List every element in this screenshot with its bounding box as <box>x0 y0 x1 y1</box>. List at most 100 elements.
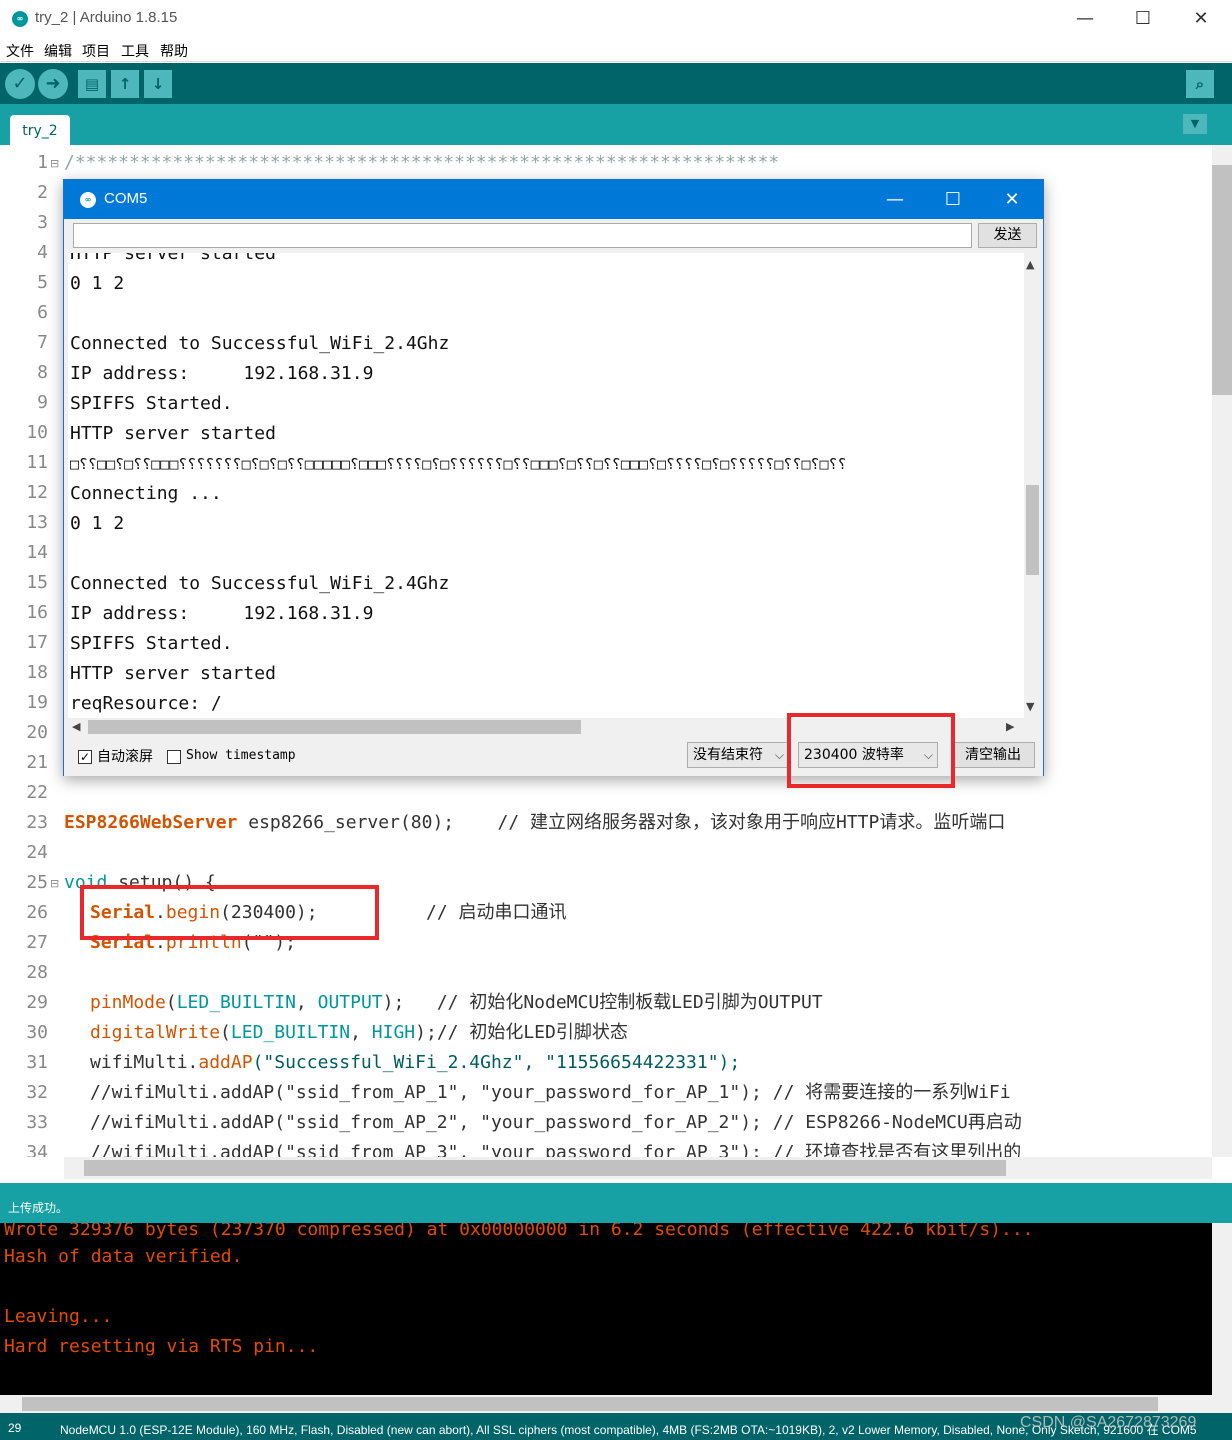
close-button[interactable]: ✕ <box>1172 0 1230 38</box>
autoscroll-label: 自动滚屏 <box>97 749 153 765</box>
line-number: 2 <box>37 182 48 203</box>
scroll-up-icon[interactable]: ▲ <box>1026 258 1034 271</box>
verify-icon[interactable]: ✓ <box>5 69 35 99</box>
window-title: try_2 | Arduino 1.8.15 <box>35 9 178 26</box>
console-line: Hard resetting via RTS pin... <box>4 1336 319 1357</box>
line-number: 12 <box>26 482 48 503</box>
line-number: 10 <box>26 422 48 443</box>
upload-icon[interactable]: ➜ <box>38 69 68 99</box>
scroll-left-icon[interactable]: ◀ <box>72 720 80 733</box>
serial-output-line: Connected to Successful_WiFi_2.4Ghz <box>70 573 450 594</box>
line-number: 24 <box>26 842 48 863</box>
clear-output-button[interactable]: 清空输出 <box>951 742 1035 768</box>
serial-output-line: 0 1 2 <box>70 273 125 294</box>
editor-horizontal-scroll-thumb[interactable] <box>84 1160 1006 1176</box>
maximize-button[interactable]: ☐ <box>1114 0 1172 38</box>
line-number: 23 <box>26 812 48 833</box>
serial-output-line: 0 1 2 <box>70 513 125 534</box>
fold-icon[interactable]: ⊟ <box>50 877 59 890</box>
line-number: 28 <box>26 962 48 983</box>
menu-sketch[interactable]: 项目 <box>82 41 110 61</box>
save-sketch-icon[interactable]: ↓ <box>144 70 172 98</box>
timestamp-label: Show timestamp <box>186 748 296 763</box>
serial-vertical-scroll-thumb[interactable] <box>1026 485 1039 575</box>
line-number: 11 <box>26 452 48 473</box>
serial-send-input[interactable] <box>73 223 972 248</box>
serial-monitor-title: COM5 <box>104 190 148 207</box>
autoscroll-checkbox[interactable]: ✓ <box>78 750 92 764</box>
status-message: 上传成功。 <box>8 1201 69 1215</box>
arduino-logo-icon: ∞ <box>80 192 96 208</box>
line-number: 16 <box>26 602 48 623</box>
line-number: 22 <box>26 782 48 803</box>
code-line-23: ESP8266WebServer esp8266_server(80); // … <box>64 812 1006 833</box>
line-number: 25 <box>26 872 48 893</box>
tab-menu-chevron-icon[interactable]: ▼ <box>1183 114 1207 134</box>
serial-output-line: SPIFFS Started. <box>70 393 233 414</box>
line-number: 1 <box>37 152 48 173</box>
line-number: 18 <box>26 662 48 683</box>
line-number: 31 <box>26 1052 48 1073</box>
line-number: 3 <box>37 212 48 233</box>
serial-output-line: Connected to Successful_WiFi_2.4Ghz <box>70 333 450 354</box>
code-line-33: //wifiMulti.addAP("ssid_from_AP_2", "you… <box>90 1112 1022 1133</box>
tab-try2[interactable]: try_2 <box>10 115 70 145</box>
line-number: 19 <box>26 692 48 713</box>
menu-edit[interactable]: 编辑 <box>44 41 72 61</box>
serial-monitor-icon[interactable]: ⌕ <box>1186 70 1214 98</box>
line-number: 8 <box>37 362 48 383</box>
console-line: Leaving... <box>4 1306 113 1327</box>
line-number: 33 <box>26 1112 48 1133</box>
console-line: Hash of data verified. <box>4 1246 243 1267</box>
timestamp-checkbox[interactable] <box>167 750 181 764</box>
serial-output-line: HTTP server started <box>70 253 276 264</box>
send-button[interactable]: 发送 <box>978 223 1037 248</box>
serial-output-line: reqResource: / <box>70 693 222 714</box>
line-number: 27 <box>26 932 48 953</box>
scroll-down-icon[interactable]: ▼ <box>1026 700 1034 713</box>
line-number: 21 <box>26 752 48 773</box>
title-bar <box>0 0 1232 38</box>
line-number: 17 <box>26 632 48 653</box>
serial-begin-highlight <box>80 885 379 940</box>
line-number: 14 <box>26 542 48 563</box>
line-number: 20 <box>26 722 48 743</box>
serial-minimize-button[interactable]: — <box>866 180 924 219</box>
serial-output-line: □⸮⸮□□⸮□⸮⸮□□□⸮⸮⸮⸮⸮⸮⸮□⸮□⸮□⸮⸮□□□□□⸮□□□⸮⸮⸮⸮□… <box>70 455 847 473</box>
line-number: 26 <box>26 902 48 923</box>
line-ending-value: 没有结束符 <box>693 747 763 763</box>
line-number: 7 <box>37 332 48 353</box>
footer-line-number: 29 <box>8 1421 22 1435</box>
toolbar <box>0 63 1232 104</box>
console-output[interactable]: Wrote 329376 bytes (237370 compressed) a… <box>0 1223 1212 1395</box>
scroll-right-icon[interactable]: ▶ <box>1006 720 1014 733</box>
line-number: 34 <box>26 1142 48 1157</box>
serial-output-line: HTTP server started <box>70 423 276 444</box>
minimize-button[interactable]: — <box>1056 0 1114 38</box>
line-number: 5 <box>37 272 48 293</box>
code-line-29: pinMode(LED_BUILTIN, OUTPUT); // 初始化Node… <box>90 992 823 1013</box>
console-horizontal-scroll-thumb[interactable] <box>22 1397 1158 1411</box>
menu-help[interactable]: 帮助 <box>160 41 188 61</box>
serial-output-area[interactable]: HTTP server started 0 1 2 Connected to S… <box>68 253 1024 718</box>
serial-output-line: HTTP server started <box>70 663 276 684</box>
line-number: 29 <box>26 992 48 1013</box>
menu-file[interactable]: 文件 <box>6 41 34 61</box>
code-line-34: //wifiMulti.addAP("ssid_from_AP_3", "you… <box>90 1142 1022 1157</box>
serial-horizontal-scroll-thumb[interactable] <box>88 720 581 734</box>
serial-maximize-button[interactable]: ☐ <box>924 180 982 219</box>
serial-close-button[interactable]: ✕ <box>983 180 1041 219</box>
console-vertical-scrollbar[interactable] <box>1212 1223 1232 1395</box>
status-bar <box>0 1183 1232 1223</box>
open-sketch-icon[interactable]: ↑ <box>111 70 139 98</box>
arduino-logo-icon: ∞ <box>12 11 28 27</box>
code-line-32: //wifiMulti.addAP("ssid_from_AP_1", "you… <box>90 1082 1011 1103</box>
serial-output-line: Connecting ... <box>70 483 222 504</box>
editor-vertical-scroll-thumb[interactable] <box>1212 165 1232 395</box>
fold-icon[interactable]: ⊟ <box>50 157 59 170</box>
chevron-down-icon: ⌵ <box>774 748 784 762</box>
line-number: 30 <box>26 1022 48 1043</box>
new-sketch-icon[interactable]: ▤ <box>78 70 106 98</box>
line-ending-select[interactable]: 没有结束符 ⌵ <box>687 742 789 768</box>
menu-tools[interactable]: 工具 <box>121 41 149 61</box>
